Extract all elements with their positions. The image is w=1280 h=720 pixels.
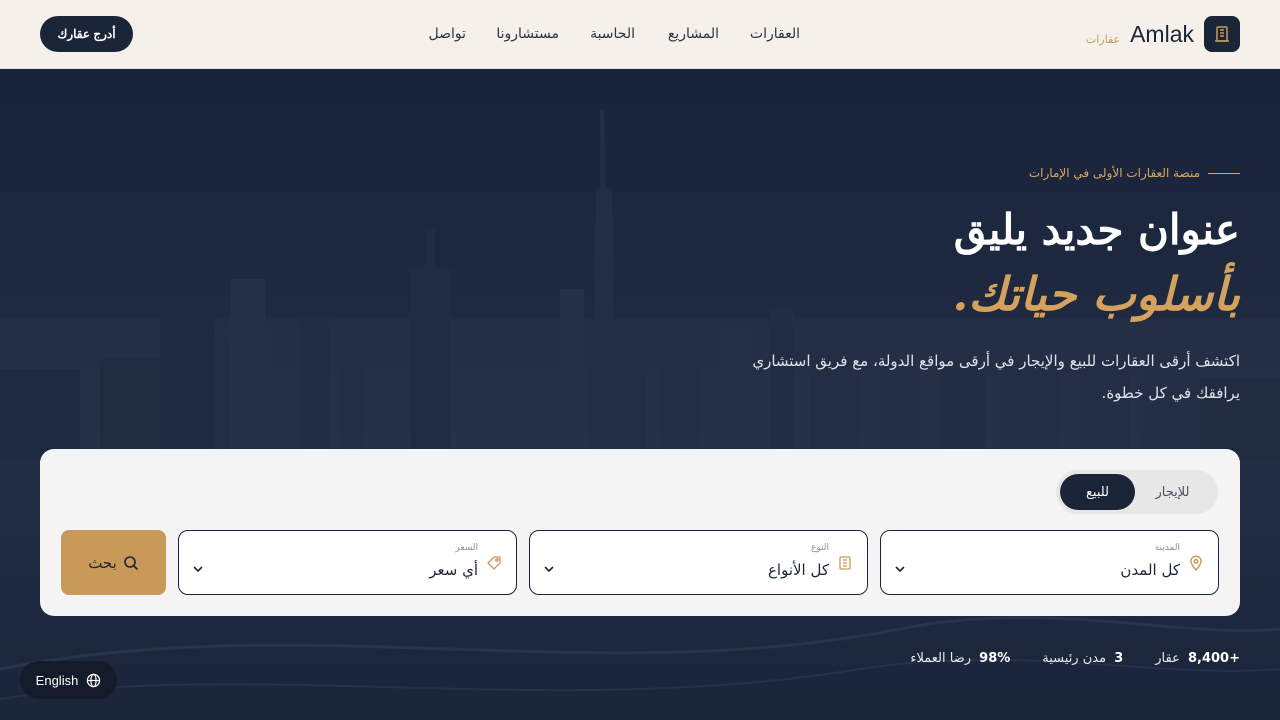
city-value: كل المدن [1120, 561, 1180, 579]
nav-projects[interactable]: المشاريع [668, 26, 719, 42]
hero-eyebrow: منصة العقارات الأولى في الإمارات [1029, 166, 1240, 180]
nav-advisors[interactable]: مستشارونا [496, 26, 559, 42]
language-switch-button[interactable]: English [20, 661, 117, 699]
eyebrow-line [1208, 172, 1240, 174]
city-select[interactable]: المدينة كل المدن [880, 530, 1219, 595]
type-value: كل الأنواع [767, 561, 829, 579]
price-select[interactable]: السعر أي سعر [178, 530, 517, 595]
stat-properties-label: عقار [1155, 651, 1180, 666]
nav-properties[interactable]: العقارات [750, 26, 800, 42]
type-label: النوع [811, 543, 829, 553]
stat-satisfaction: 98% رضا العملاء [910, 651, 1010, 666]
list-property-button[interactable]: أدرج عقارك [40, 16, 133, 52]
brand[interactable]: عقارات Amlak [1086, 16, 1240, 52]
stat-satisfaction-label: رضا العملاء [910, 651, 972, 666]
chevron-down-icon [544, 566, 554, 573]
stat-properties: +8,400 عقار [1155, 651, 1240, 666]
language-label: English [35, 672, 79, 688]
tag-icon [487, 556, 501, 570]
tab-rent[interactable]: للإيجار [1135, 474, 1210, 510]
eyebrow-text: منصة العقارات الأولى في الإمارات [1028, 166, 1200, 180]
brand-name: Amlak [1130, 20, 1194, 47]
city-label: المدينة [1154, 543, 1180, 553]
tab-sale[interactable]: للبيع [1060, 474, 1135, 510]
globe-icon [87, 673, 101, 687]
brand-text: عقارات Amlak [1086, 21, 1200, 48]
stat-cities-label: مدن رئيسية [1042, 651, 1107, 666]
stat-satisfaction-num: 98% [979, 651, 1011, 666]
type-select[interactable]: النوع كل الأنواع [529, 530, 868, 595]
building-icon [839, 556, 851, 570]
search-icon [123, 555, 138, 570]
price-value: أي سعر [429, 561, 478, 579]
price-label: السعر [455, 543, 478, 553]
nav-contact[interactable]: تواصل [428, 26, 466, 42]
map-pin-icon [1190, 555, 1202, 571]
stat-cities-num: 3 [1114, 651, 1124, 666]
brand-subtitle: عقارات [1085, 32, 1121, 46]
stat-cities: 3 مدن رئيسية [1042, 651, 1123, 666]
search-panel: للبيع للإيجار المدينة كل المدن النوع كل … [40, 449, 1240, 616]
site-header: عقارات Amlak العقارات المشاريع الحاسبة م… [0, 0, 1280, 69]
hero-description-line1: اكتشف أرقى العقارات للبيع والإيجار في أر… [752, 352, 1240, 370]
search-button[interactable]: بحث [61, 530, 166, 595]
chevron-down-icon [895, 566, 905, 573]
building-icon [1204, 16, 1240, 52]
listing-type-toggle: للبيع للإيجار [1056, 470, 1218, 514]
hero-title-line2: بأسلوب حياتك. [952, 267, 1240, 321]
stat-properties-num: +8,400 [1187, 651, 1240, 666]
chevron-down-icon [193, 566, 203, 573]
hero-description: اكتشف أرقى العقارات للبيع والإيجار في أر… [720, 345, 1240, 409]
nav-calculator[interactable]: الحاسبة [590, 26, 635, 42]
search-button-label: بحث [88, 554, 117, 572]
hero-title-line1: عنوان جديد يليق [953, 205, 1240, 254]
hero-description-line2: يرافقك في كل خطوة. [1101, 384, 1240, 402]
stats-bar: +8,400 عقار 3 مدن رئيسية 98% رضا العملاء [910, 651, 1240, 666]
